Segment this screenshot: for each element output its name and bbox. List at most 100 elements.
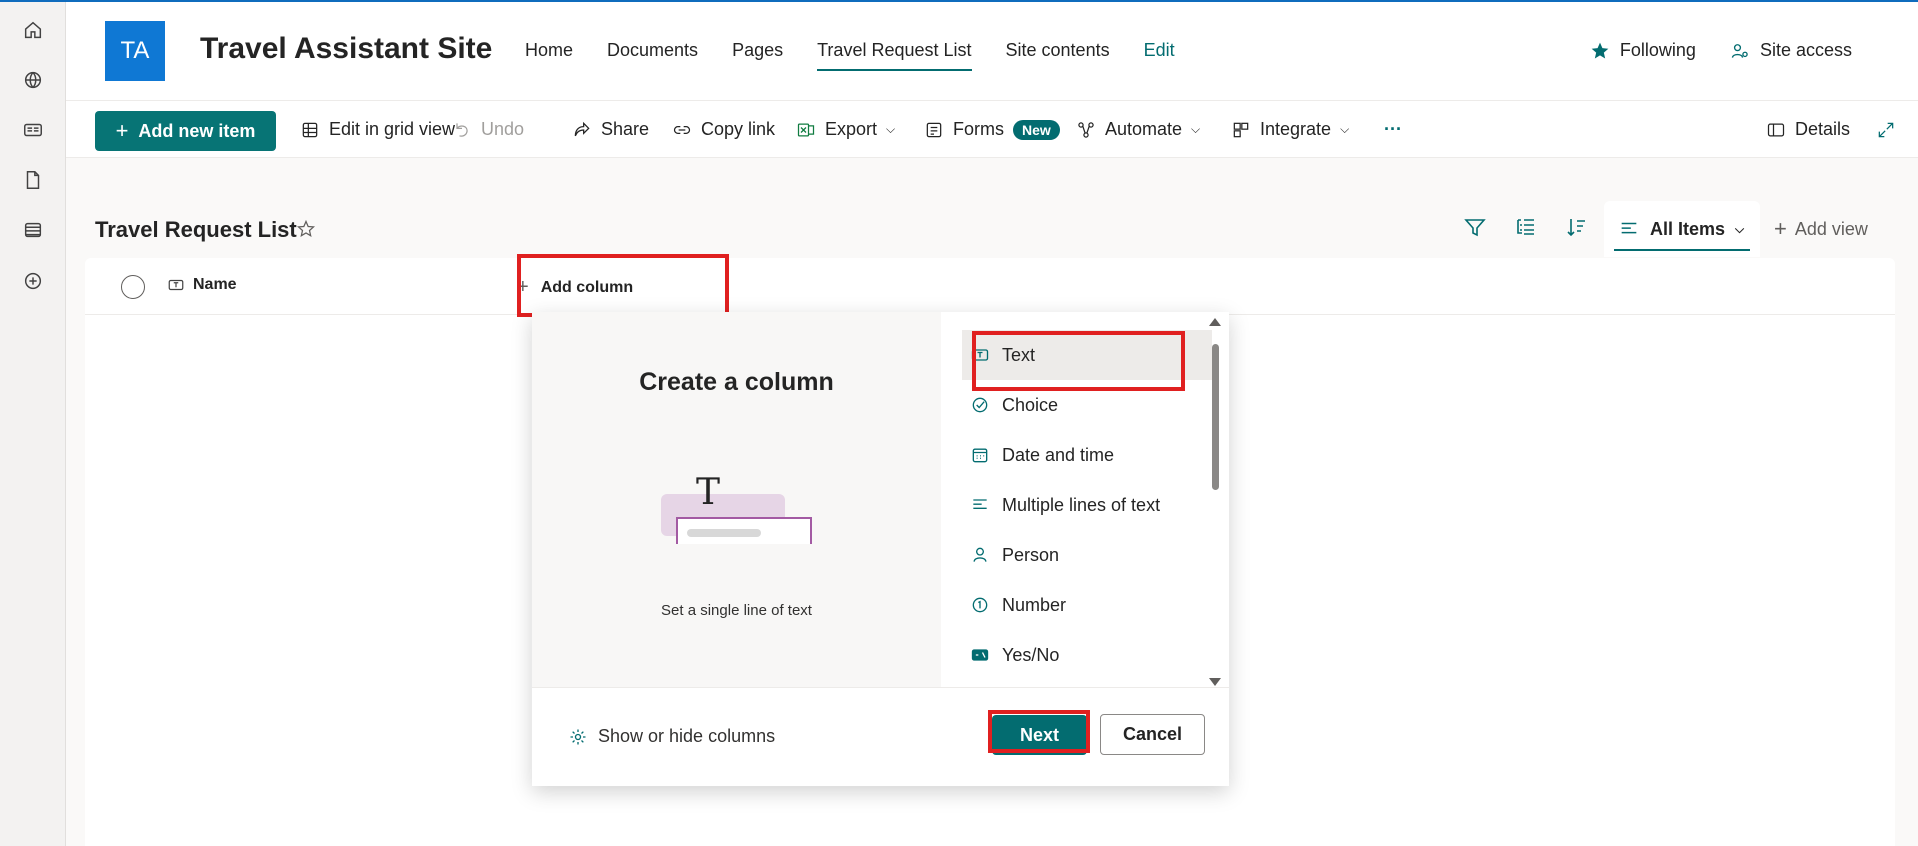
export-button[interactable]: Export ⌵ xyxy=(796,101,895,158)
add-new-item-button[interactable]: + Add new item xyxy=(95,111,276,151)
expand-button[interactable] xyxy=(1876,101,1896,158)
export-label: Export xyxy=(825,119,878,139)
globe-icon[interactable] xyxy=(19,66,47,94)
following-button[interactable]: Following xyxy=(1590,40,1696,61)
details-label: Details xyxy=(1795,119,1851,139)
nav-edit[interactable]: Edit xyxy=(1144,40,1175,72)
plus-icon: + xyxy=(517,276,529,298)
undo-button[interactable]: Undo xyxy=(452,101,524,158)
column-type-text[interactable]: Text xyxy=(962,330,1212,380)
share-label: Share xyxy=(601,119,650,139)
expand-icon xyxy=(1878,122,1894,137)
add-column-button[interactable]: + Add column xyxy=(517,276,633,299)
undo-icon xyxy=(456,122,468,137)
plus-icon: + xyxy=(1774,216,1787,241)
add-new-item-label: Add new item xyxy=(138,120,256,141)
column-header-name[interactable]: Name xyxy=(167,276,237,294)
share-button[interactable]: Share xyxy=(572,101,649,158)
site-logo[interactable]: TA xyxy=(105,21,165,81)
select-all-checkbox[interactable] xyxy=(121,275,145,299)
column-type-description: Set a single line of text xyxy=(661,602,812,619)
list-icon[interactable] xyxy=(19,216,47,244)
cancel-button[interactable]: Cancel xyxy=(1100,714,1205,755)
column-type-list: Text Choice Date and time Multiple lines… xyxy=(962,330,1212,680)
site-access-button[interactable]: Site access xyxy=(1730,40,1852,61)
chevron-down-icon: ⌵ xyxy=(1735,221,1745,236)
create-column-title: Create a column xyxy=(639,368,834,396)
dropdown-footer: Show or hide columns Next Cancel xyxy=(532,687,1229,786)
scroll-thumb[interactable] xyxy=(1212,344,1219,490)
add-column-label: Add column xyxy=(540,278,634,296)
lines-icon xyxy=(973,499,987,509)
following-label: Following xyxy=(1619,40,1696,60)
show-hide-label: Show or hide columns xyxy=(598,726,776,746)
site-header: TA Travel Assistant Site Home Documents … xyxy=(66,2,1918,101)
show-hide-columns-link[interactable]: Show or hide columns xyxy=(568,726,775,747)
integrate-icon xyxy=(1233,122,1249,137)
sort-icon[interactable] xyxy=(1565,215,1589,239)
automate-icon xyxy=(1078,121,1094,138)
create-plus-icon[interactable] xyxy=(19,267,47,295)
site-nav: Home Documents Pages Travel Request List… xyxy=(525,40,1209,72)
column-name-label: Name xyxy=(193,276,237,293)
site-title[interactable]: Travel Assistant Site xyxy=(200,32,492,66)
forms-button[interactable]: Forms New xyxy=(924,101,1060,158)
column-type-person[interactable]: Person xyxy=(962,530,1212,580)
filter-icon[interactable] xyxy=(1463,215,1487,239)
undo-label: Undo xyxy=(481,119,525,139)
command-bar: + Add new item Edit in grid view Undo Sh… xyxy=(66,101,1918,158)
details-pane-icon xyxy=(1767,123,1785,136)
scroll-down-arrow-icon[interactable] xyxy=(1209,678,1221,686)
file-icon[interactable] xyxy=(19,166,47,194)
add-view-label: Add view xyxy=(1794,218,1868,239)
check-circle-icon xyxy=(972,397,988,413)
column-type-choice[interactable]: Choice xyxy=(962,380,1212,430)
illustration-glyph: T xyxy=(696,472,720,513)
grid-icon xyxy=(302,122,318,137)
column-type-number[interactable]: Number xyxy=(962,580,1212,630)
gear-icon xyxy=(570,729,586,744)
new-badge: New xyxy=(1013,119,1060,140)
details-button[interactable]: Details xyxy=(1766,101,1850,158)
column-type-label: Number xyxy=(1002,594,1067,615)
nav-documents[interactable]: Documents xyxy=(607,40,698,72)
chevron-down-icon: ⌵ xyxy=(1340,122,1350,136)
column-type-label: Person xyxy=(1002,544,1060,565)
home-icon[interactable] xyxy=(19,16,47,44)
forms-icon xyxy=(926,122,942,137)
more-options-button[interactable]: ··· xyxy=(1384,101,1402,158)
excel-icon xyxy=(797,123,815,136)
text-column-icon xyxy=(168,279,184,291)
automate-button[interactable]: Automate ⌵ xyxy=(1076,101,1200,158)
header-actions: Following Site access xyxy=(1590,40,1852,61)
column-type-scrollbar[interactable] xyxy=(1208,318,1222,686)
integrate-button[interactable]: Integrate ⌵ xyxy=(1231,101,1349,158)
person-icon xyxy=(973,547,987,562)
copy-link-label: Copy link xyxy=(701,119,776,139)
group-list-icon[interactable] xyxy=(1514,215,1538,239)
next-button[interactable]: Next xyxy=(992,715,1087,755)
number-circle-icon xyxy=(972,597,988,613)
column-header-row: Name + Add column xyxy=(85,258,1895,315)
copy-link-button[interactable]: Copy link xyxy=(672,101,775,158)
column-type-multiline[interactable]: Multiple lines of text xyxy=(962,480,1212,530)
link-icon xyxy=(673,125,691,134)
edit-grid-button[interactable]: Edit in grid view xyxy=(300,101,455,158)
text-column-illustration: T xyxy=(661,472,812,544)
favorite-star-icon[interactable] xyxy=(296,219,316,239)
news-icon[interactable] xyxy=(19,116,47,144)
nav-pages[interactable]: Pages xyxy=(732,40,783,72)
list-title: Travel Request List xyxy=(95,217,297,242)
nav-home[interactable]: Home xyxy=(525,40,573,72)
view-selector-all-items[interactable]: All Items ⌵ xyxy=(1604,201,1760,257)
scroll-up-arrow-icon[interactable] xyxy=(1209,318,1221,326)
column-type-yes-no[interactable]: Yes/No xyxy=(962,630,1212,680)
calendar-icon xyxy=(972,448,988,463)
nav-travel-request-list[interactable]: Travel Request List xyxy=(817,40,972,72)
view-lines-icon xyxy=(1621,222,1637,234)
chevron-down-icon: ⌵ xyxy=(886,122,896,136)
add-view-button[interactable]: + Add view xyxy=(1774,216,1868,242)
nav-site-contents[interactable]: Site contents xyxy=(1006,40,1110,72)
automate-label: Automate xyxy=(1105,119,1183,139)
column-type-date-time[interactable]: Date and time xyxy=(962,430,1212,480)
